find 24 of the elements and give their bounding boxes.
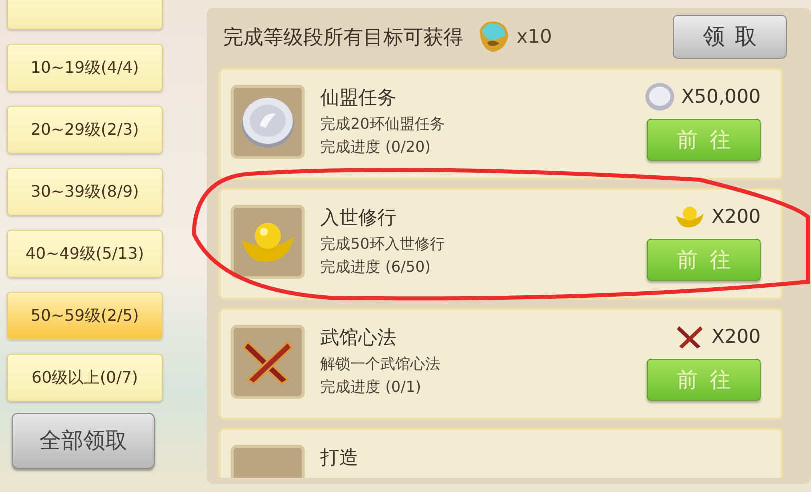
reward-amount: X50,000 [682,86,761,108]
level-tab[interactable]: 60级以上(0/7) [7,354,163,402]
task-description: 完成50环入世修行 [320,235,445,254]
coin-icon [644,81,676,113]
reward-amount: X200 [712,326,761,348]
level-tab[interactable]: 10~19级(4/4) [7,44,163,92]
claim-button[interactable]: 领取 [673,15,787,59]
task-count-text: 完成进度 (6/50) [320,258,432,277]
task-title: 仙盟任务 [320,86,398,111]
task-title: 入世修行 [320,206,398,231]
task-count-text: 完成进度 (0/1) [320,378,422,397]
task-title: 武馆心法 [320,326,398,351]
task-description: 完成20环仙盟任务 [320,115,445,134]
level-tab[interactable]: 40~49级(5/13) [7,230,163,278]
task-title: 打造 [320,446,359,471]
level-tab[interactable]: 20~29级(2/3) [7,106,163,154]
claim-all-button[interactable]: 全部领取 [12,413,155,469]
header-title: 完成等级段所有目标可获得 [224,24,464,50]
level-tab[interactable]: 50~59级(2/5) [7,292,163,340]
reward-count: x10 [516,26,552,48]
task-count-text: 完成进度 (0/20) [320,138,432,157]
level-tab[interactable]: 30~39级(8/9) [7,168,163,216]
task-description: 解锁一个武馆心法 [320,355,441,374]
reward-amount: X200 [712,206,761,228]
